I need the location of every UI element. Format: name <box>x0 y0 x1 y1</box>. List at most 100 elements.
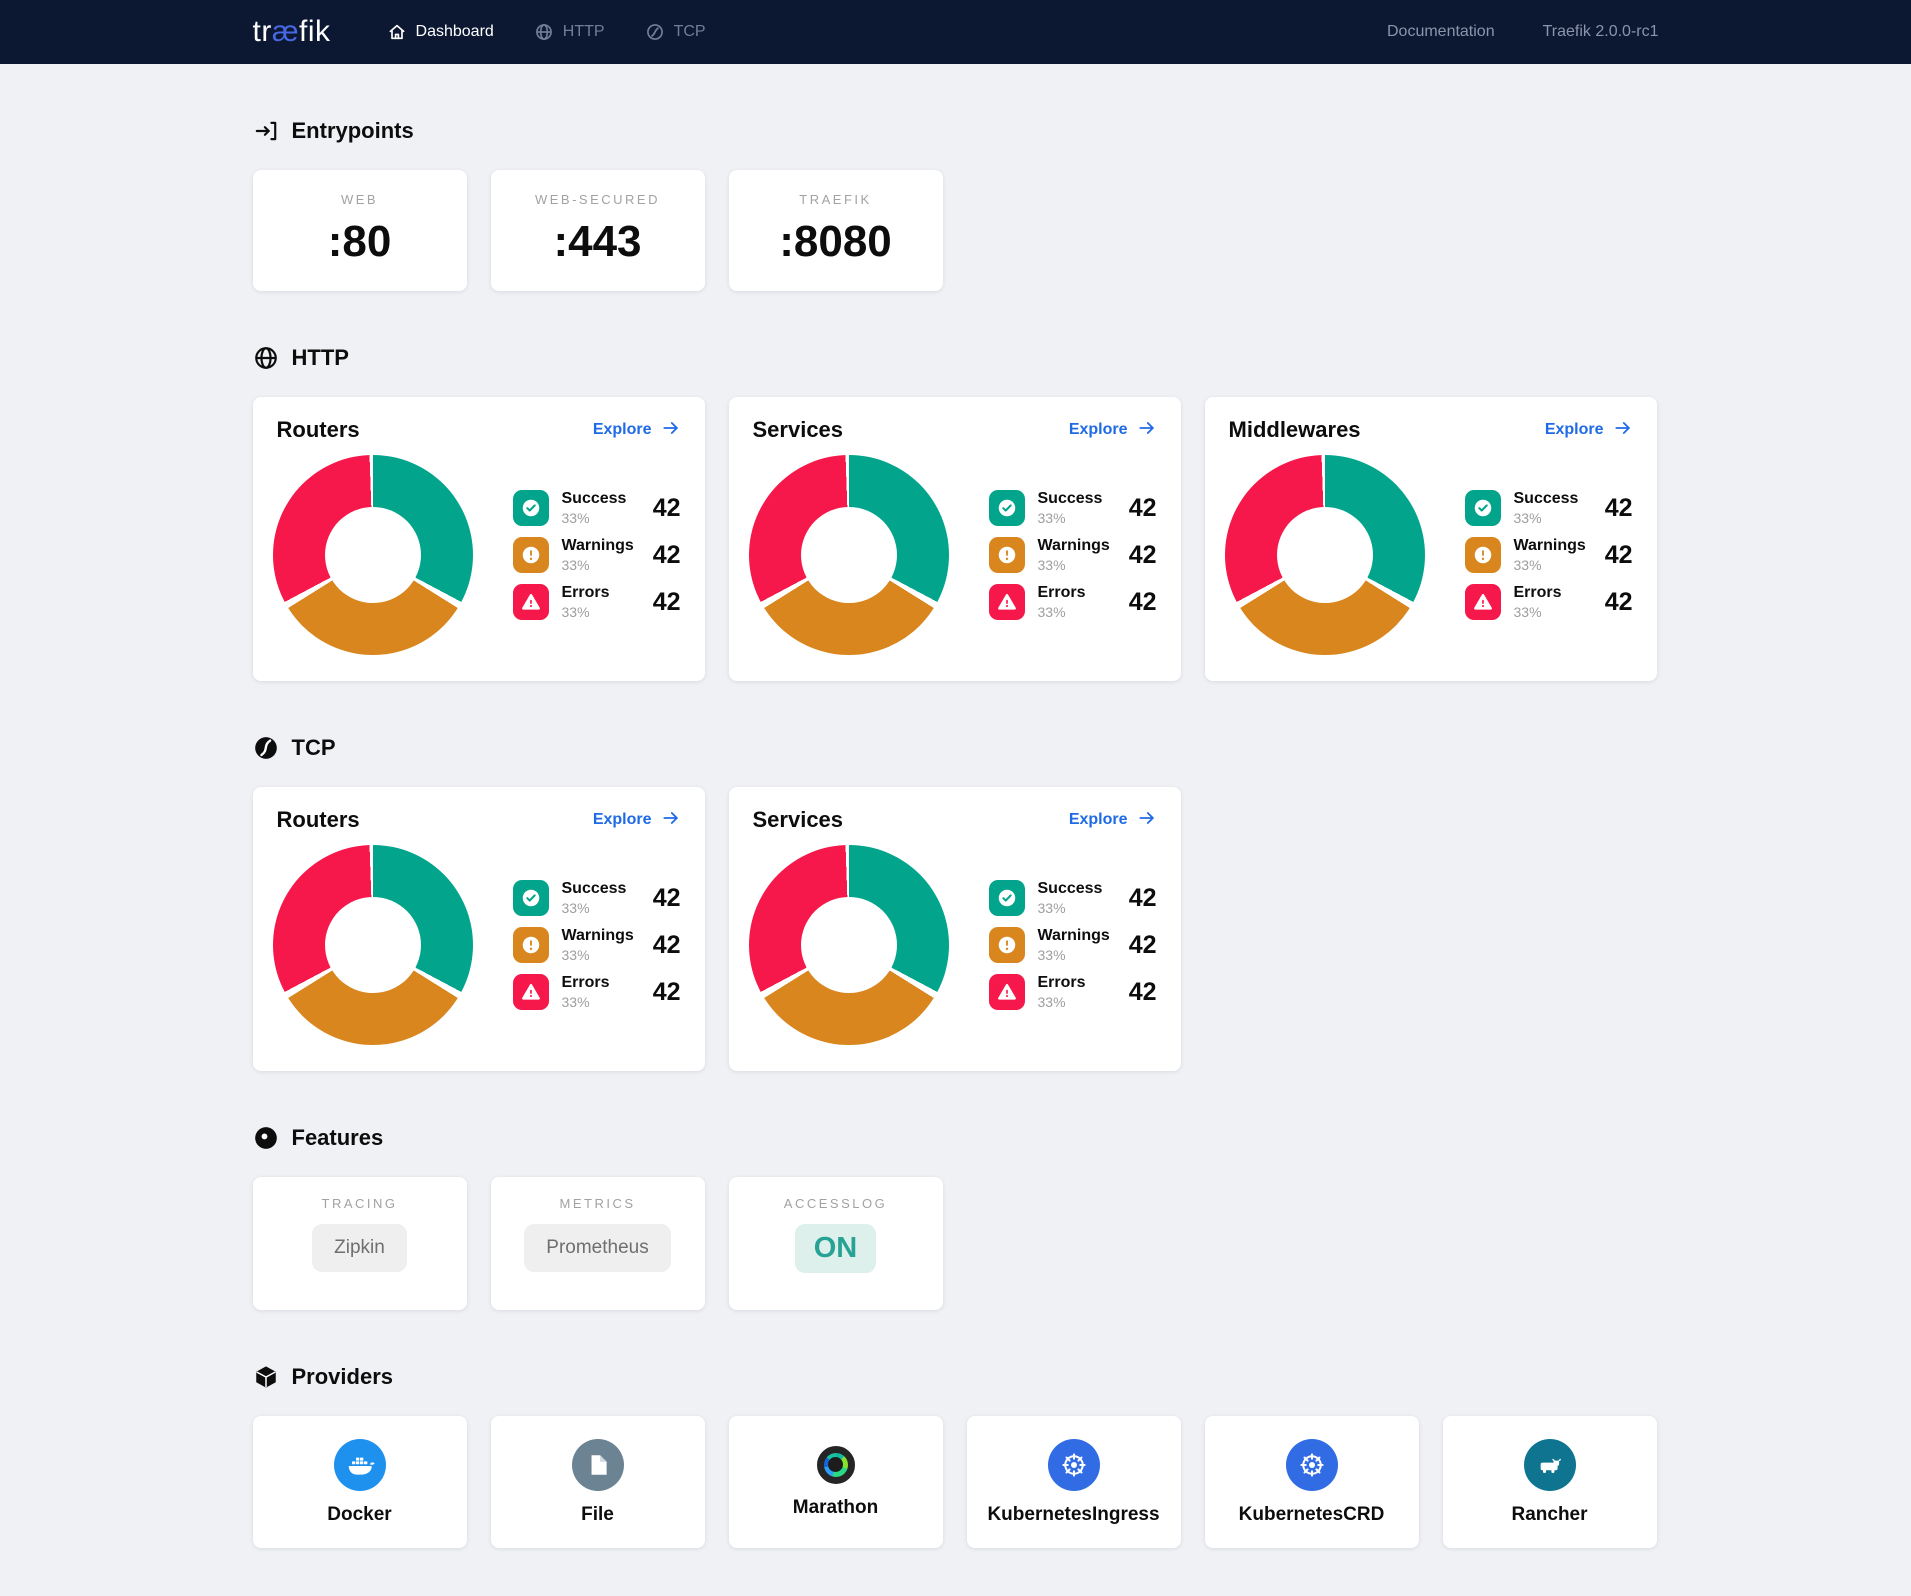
provider-card-file: File <box>491 1416 705 1548</box>
error-icon <box>989 974 1025 1010</box>
legend-percent: 33% <box>1038 947 1110 963</box>
feature-value-pill: Zipkin <box>312 1224 407 1272</box>
card-title: Services <box>753 807 844 833</box>
legend-label: Warnings <box>1038 537 1110 555</box>
card-title: Routers <box>277 807 360 833</box>
legend-value: 42 <box>1129 541 1157 570</box>
chart-legend: Success33% 42 Warnings33% 42 Errors33% 4… <box>513 880 681 1010</box>
navbar: træfik Dashboard HTTP TCP Documentation … <box>0 0 1911 64</box>
legend-row-errors: Errors 33% 42 <box>989 974 1157 1010</box>
entrypoint-label: TRAEFIK <box>729 192 943 207</box>
section-title: Providers <box>292 1364 394 1390</box>
file-icon <box>572 1439 624 1491</box>
legend-label: Success <box>1038 880 1103 898</box>
section-title: Features <box>292 1125 384 1151</box>
legend-value: 42 <box>1605 541 1633 570</box>
providers-row: Docker File Marathon KubernetesIngress K… <box>253 1416 1659 1548</box>
feature-card-tracing: TRACING Zipkin <box>253 1177 467 1310</box>
main-nav: Dashboard HTTP TCP <box>387 22 706 42</box>
explore-link[interactable]: Explore <box>593 808 681 833</box>
provider-card-rancher: Rancher <box>1443 1416 1657 1548</box>
explore-link[interactable]: Explore <box>1069 808 1157 833</box>
provider-card-docker: Docker <box>253 1416 467 1548</box>
entrypoint-port: :80 <box>253 217 467 267</box>
entrypoint-label: WEB-SECURED <box>491 192 705 207</box>
http-routers-card: Routers Explore Success33% 42 Warnings33… <box>253 397 705 681</box>
legend-label: Errors <box>1038 974 1086 992</box>
error-icon <box>989 584 1025 620</box>
card-title: Routers <box>277 417 360 443</box>
legend-label: Success <box>562 490 627 508</box>
legend-row-success: Success33% 42 <box>989 880 1157 916</box>
nav-item-http[interactable]: HTTP <box>534 22 605 42</box>
donut-chart <box>1225 455 1425 655</box>
arrow-right-icon <box>1613 418 1633 443</box>
legend-value: 42 <box>653 541 681 570</box>
providers-heading: Providers <box>253 1364 1659 1390</box>
legend-label: Warnings <box>562 927 634 945</box>
documentation-link[interactable]: Documentation <box>1387 23 1495 41</box>
entrypoint-port: :8080 <box>729 217 943 267</box>
legend-percent: 33% <box>1038 557 1110 573</box>
legend-label: Success <box>1038 490 1103 508</box>
legend-row-errors: Errors33% 42 <box>1465 584 1633 620</box>
legend-label: Warnings <box>1038 927 1110 945</box>
legend-label: Errors <box>1514 584 1562 602</box>
features-row: TRACING Zipkin METRICS Prometheus ACCESS… <box>253 1177 1659 1310</box>
legend-percent: 33% <box>562 900 627 916</box>
tcp-icon <box>645 22 665 42</box>
legend-percent: 33% <box>562 947 634 963</box>
provider-card-marathon: Marathon <box>729 1416 943 1548</box>
providers-icon <box>253 1364 279 1390</box>
entrypoints-heading: Entrypoints <box>253 118 1659 144</box>
card-title: Services <box>753 417 844 443</box>
logo-part: æ <box>272 15 299 48</box>
explore-link[interactable]: Explore <box>593 418 681 443</box>
legend-percent: 33% <box>562 510 627 526</box>
nav-item-dashboard[interactable]: Dashboard <box>387 22 494 42</box>
kubernetes-icon <box>1048 1439 1100 1491</box>
traefik-logo[interactable]: træfik <box>253 15 331 49</box>
legend-row-success: Success33% 42 <box>989 490 1157 526</box>
legend-label: Success <box>562 880 627 898</box>
legend-value: 42 <box>1129 978 1157 1007</box>
legend-row-errors: Errors33% 42 <box>513 974 681 1010</box>
card-title: Middlewares <box>1229 417 1361 443</box>
legend-percent: 33% <box>1514 604 1562 620</box>
legend-percent: 33% <box>562 604 610 620</box>
nav-item-tcp[interactable]: TCP <box>645 22 706 42</box>
explore-link[interactable]: Explore <box>1545 418 1633 443</box>
feature-label: TRACING <box>253 1196 467 1211</box>
tcp-heading: TCP <box>253 735 1659 761</box>
explore-label: Explore <box>593 421 652 439</box>
arrow-right-icon <box>661 418 681 443</box>
provider-name: KubernetesIngress <box>987 1504 1159 1526</box>
nav-item-label: TCP <box>674 23 706 41</box>
feature-label: ACCESSLOG <box>729 1196 943 1211</box>
http-heading: HTTP <box>253 345 1659 371</box>
legend-percent: 33% <box>562 557 634 573</box>
legend-percent: 33% <box>1038 994 1086 1010</box>
success-icon <box>513 880 549 916</box>
features-icon <box>253 1125 279 1151</box>
warning-icon <box>989 537 1025 573</box>
feature-label: METRICS <box>491 1196 705 1211</box>
legend-row-warnings: Warnings33% 42 <box>513 927 681 963</box>
legend-value: 42 <box>1605 494 1633 523</box>
warning-icon <box>989 927 1025 963</box>
warning-icon <box>1465 537 1501 573</box>
explore-link[interactable]: Explore <box>1069 418 1157 443</box>
legend-label: Success <box>1514 490 1579 508</box>
legend-percent: 33% <box>1038 510 1103 526</box>
legend-percent: 33% <box>1038 900 1103 916</box>
tcp-icon <box>253 735 279 761</box>
legend-percent: 33% <box>1514 557 1586 573</box>
success-icon <box>989 490 1025 526</box>
logo-part: tr <box>253 15 272 48</box>
entrypoint-card-web-secured: WEB-SECURED :443 <box>491 170 705 291</box>
docker-icon <box>334 1439 386 1491</box>
provider-card-kubernetes-crd: KubernetesCRD <box>1205 1416 1419 1548</box>
legend-row-success: Success33% 42 <box>513 490 681 526</box>
legend-row-success: Success33% 42 <box>513 880 681 916</box>
logo-part: fik <box>299 15 331 48</box>
